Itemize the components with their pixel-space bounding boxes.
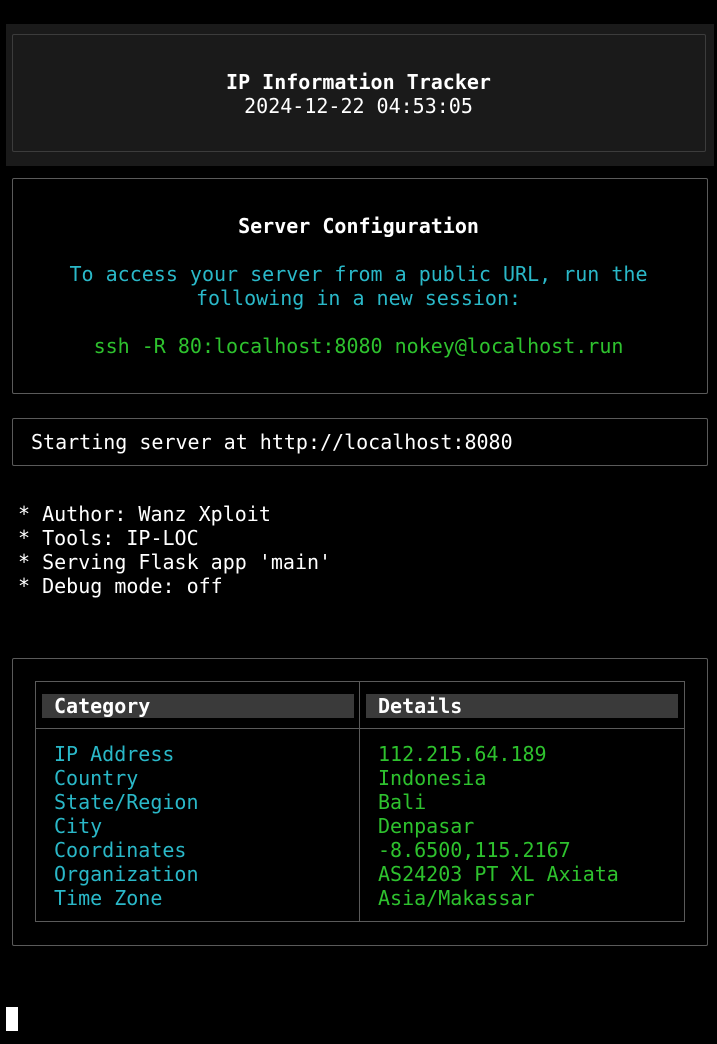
config-instruction-line-2: following in a new session: — [195, 286, 522, 310]
row-details-coordinates: -8.6500,115.2167 — [378, 838, 571, 862]
info-line-author: * Author: Wanz Xploit — [18, 502, 271, 526]
config-instruction-line-1: To access your server from a public URL,… — [69, 262, 648, 286]
row-category-state-region: State/Region — [54, 790, 199, 814]
table-column-divider — [359, 682, 360, 921]
app-title: IP Information Tracker — [226, 70, 491, 94]
terminal-cursor[interactable] — [6, 1007, 18, 1031]
row-details-organization: AS24203 PT XL Axiata — [378, 862, 619, 886]
timestamp: 2024-12-22 04:53:05 — [244, 94, 473, 118]
row-category-city: City — [54, 814, 103, 838]
server-status-text: Starting server at http://localhost:8080 — [31, 430, 513, 454]
row-category-organization: Organization — [54, 862, 199, 886]
row-details-city: Denpasar — [378, 814, 475, 838]
info-line-tools: * Tools: IP-LOC — [18, 526, 199, 550]
row-details-country: Indonesia — [378, 766, 487, 790]
row-details-ip-address: 112.215.64.189 — [378, 742, 547, 766]
config-title: Server Configuration — [238, 214, 479, 238]
column-header-details: Details — [366, 694, 678, 718]
info-line-debug-mode: * Debug mode: off — [18, 574, 223, 598]
row-details-state-region: Bali — [378, 790, 427, 814]
row-category-ip-address: IP Address — [54, 742, 175, 766]
ssh-command: ssh -R 80:localhost:8080 nokey@localhost… — [93, 334, 624, 358]
info-line-flask-app: * Serving Flask app 'main' — [18, 550, 332, 574]
column-header-category: Category — [42, 694, 354, 718]
row-category-time-zone: Time Zone — [54, 886, 163, 910]
row-details-time-zone: Asia/Makassar — [378, 886, 535, 910]
table-header-divider — [36, 728, 684, 729]
row-category-country: Country — [54, 766, 139, 790]
row-category-coordinates: Coordinates — [54, 838, 187, 862]
